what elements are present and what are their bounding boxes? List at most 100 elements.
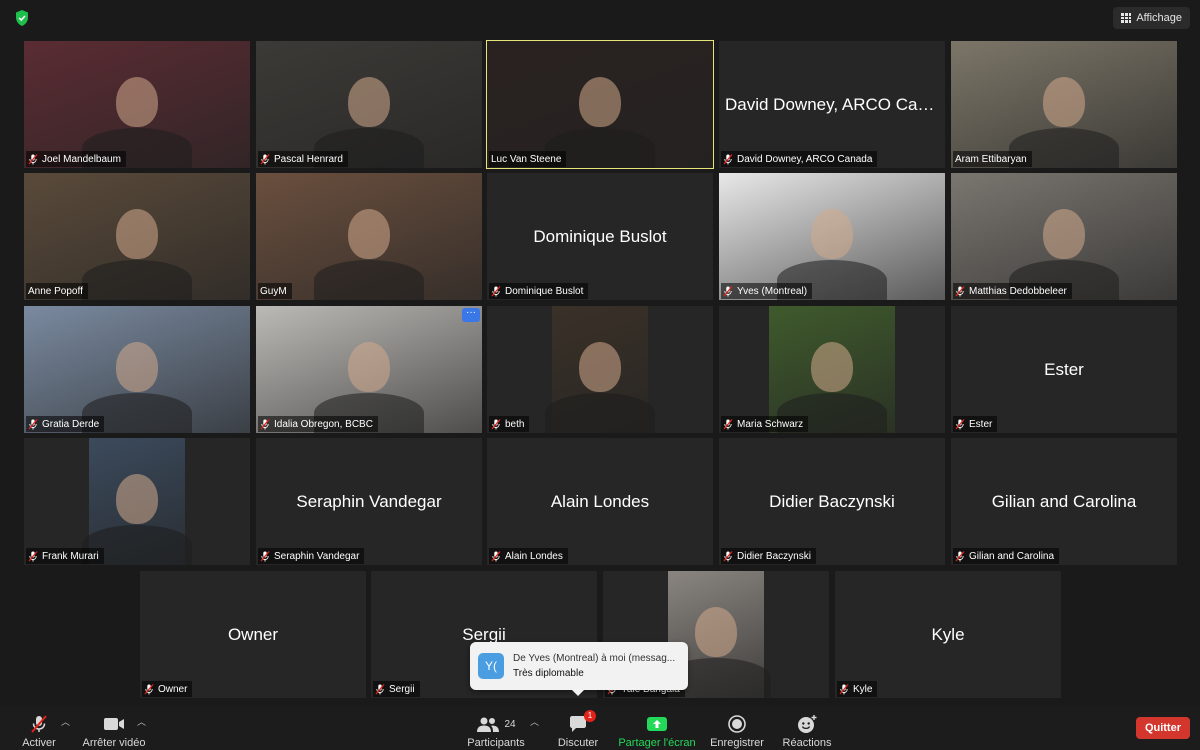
muted-microphone-icon: [723, 285, 733, 297]
person-silhouette: [116, 341, 158, 392]
participant-name: Owner: [158, 683, 188, 695]
muted-microphone-icon: [955, 550, 965, 562]
muted-microphone-icon: [955, 285, 965, 297]
record-label: Enregistrer: [710, 737, 764, 749]
mute-options-caret[interactable]: ︿: [61, 715, 70, 728]
view-button[interactable]: Affichage: [1113, 7, 1190, 29]
participant-name: Gilian and Carolina: [969, 550, 1055, 562]
chat-unread-badge: 1: [584, 710, 596, 722]
person-body: [82, 260, 192, 300]
participant-name-center: David Downey, ARCO Cana...: [725, 94, 945, 114]
person-silhouette: [695, 606, 737, 657]
share-screen-label: Partager l'écran: [618, 737, 696, 749]
zoom-meeting-window: Affichage Joel Mandelbaum Pascal Henrard L…: [0, 0, 1200, 750]
participant-name-label: Pascal Henrard: [258, 151, 348, 167]
participant-tile[interactable]: Ester Ester: [951, 306, 1177, 433]
stop-video-label: Arrêter vidéo: [82, 737, 146, 749]
participant-video: [256, 41, 482, 168]
participant-tile[interactable]: Aram Ettibaryan: [951, 41, 1177, 168]
participant-tile[interactable]: Anne Popoff: [24, 173, 250, 300]
participant-tile[interactable]: Alain Londes Alain Londes: [487, 438, 713, 565]
participant-name: Anne Popoff: [28, 285, 83, 297]
muted-microphone-icon: [260, 550, 270, 562]
security-shield-icon[interactable]: [12, 8, 32, 28]
participant-tile[interactable]: Frank Murari: [24, 438, 250, 565]
participant-name: Sergii: [389, 683, 415, 695]
participant-video: [769, 306, 895, 433]
participant-tile[interactable]: Kyle Kyle: [835, 571, 1061, 698]
participant-name-label: Dominique Buslot: [489, 283, 589, 299]
reactions-label: Réactions: [782, 737, 832, 749]
chat-notification[interactable]: Y( De Yves (Montreal) à moi (messag... T…: [470, 642, 688, 696]
participant-name: Gratia Derde: [42, 418, 100, 430]
participant-tile[interactable]: Owner Owner: [140, 571, 366, 698]
participant-tile[interactable]: Dominique Buslot Dominique Buslot: [487, 173, 713, 300]
participant-tile[interactable]: ··· Idalia Obregon, BCBC: [256, 306, 482, 433]
participant-name: Kyle: [853, 683, 873, 695]
share-screen-icon: [646, 713, 668, 735]
participant-name: Seraphin Vandegar: [274, 550, 360, 562]
participant-video: [256, 173, 482, 300]
participant-tile[interactable]: Maria Schwarz: [719, 306, 945, 433]
participant-tile[interactable]: David Downey, ARCO Cana... David Downey, …: [719, 41, 945, 168]
mute-button[interactable]: Activer: [20, 709, 58, 749]
reactions-button[interactable]: Réactions: [780, 709, 834, 749]
participant-name-label: Kyle: [837, 681, 878, 697]
participants-button[interactable]: 24 Participants: [466, 709, 526, 749]
participant-name: Idalia Obregon, BCBC: [274, 418, 373, 430]
participant-tile[interactable]: Joel Mandelbaum: [24, 41, 250, 168]
smiley-icon: [796, 713, 818, 735]
participant-name: Didier Baczynski: [737, 550, 811, 562]
muted-microphone-icon: [491, 550, 501, 562]
person-body: [545, 393, 655, 433]
person-silhouette: [348, 341, 390, 392]
microphone-muted-icon: [28, 713, 50, 735]
record-button[interactable]: Enregistrer: [708, 709, 766, 749]
participant-name-center: Gilian and Carolina: [991, 491, 1137, 511]
tile-more-options-button[interactable]: ···: [462, 308, 480, 322]
muted-microphone-icon: [491, 418, 501, 430]
muted-microphone-icon: [144, 683, 154, 695]
participant-tile[interactable]: Seraphin Vandegar Seraphin Vandegar: [256, 438, 482, 565]
participant-tile[interactable]: Gratia Derde: [24, 306, 250, 433]
participant-tile[interactable]: Pascal Henrard: [256, 41, 482, 168]
person-silhouette: [348, 76, 390, 127]
participants-options-caret[interactable]: ︿: [530, 715, 539, 728]
quit-button[interactable]: Quitter: [1135, 717, 1190, 739]
muted-microphone-icon: [260, 153, 270, 165]
view-button-label: Affichage: [1136, 12, 1182, 24]
participant-tile[interactable]: Didier Baczynski Didier Baczynski: [719, 438, 945, 565]
meeting-toolbar: Activer ︿ Arrêter vidéo ︿ 24 Participant…: [0, 705, 1200, 750]
participant-name: David Downey, ARCO Canada: [737, 153, 873, 165]
participant-name-label: Aram Ettibaryan: [953, 151, 1032, 167]
participants-icon: 24: [476, 713, 516, 735]
participant-tile[interactable]: Luc Van Steene: [486, 40, 714, 169]
share-screen-button[interactable]: Partager l'écran: [616, 709, 698, 749]
participant-name-label: Anne Popoff: [26, 283, 88, 299]
participant-name-label: beth: [489, 416, 530, 432]
participant-name-label: Didier Baczynski: [721, 548, 816, 564]
participant-video: [82, 438, 192, 565]
video-options-caret[interactable]: ︿: [137, 715, 146, 728]
participant-name: Ester: [969, 418, 993, 430]
participant-name: GuyM: [260, 285, 287, 297]
participant-video: [487, 41, 713, 168]
muted-microphone-icon: [723, 153, 733, 165]
participant-name: Aram Ettibaryan: [955, 153, 1027, 165]
participant-name-label: David Downey, ARCO Canada: [721, 151, 878, 167]
participant-video: [951, 41, 1177, 168]
participant-name-label: Alain Londes: [489, 548, 568, 564]
person-silhouette: [116, 473, 158, 524]
participant-tile[interactable]: Gilian and Carolina Gilian and Carolina: [951, 438, 1177, 565]
muted-microphone-icon: [839, 683, 849, 695]
participant-tile[interactable]: beth: [487, 306, 713, 433]
participant-name-center: Ester: [1044, 359, 1084, 379]
participant-tile[interactable]: GuyM: [256, 173, 482, 300]
participant-tile[interactable]: Yves (Montreal): [719, 173, 945, 300]
chat-button[interactable]: 1 Discuter: [556, 709, 600, 749]
mute-label: Activer: [22, 737, 56, 749]
participant-name: Dominique Buslot: [505, 285, 584, 297]
participant-tile[interactable]: Matthias Dedobbeleer: [951, 173, 1177, 300]
muted-microphone-icon: [260, 418, 270, 430]
participants-count: 24: [504, 718, 516, 730]
